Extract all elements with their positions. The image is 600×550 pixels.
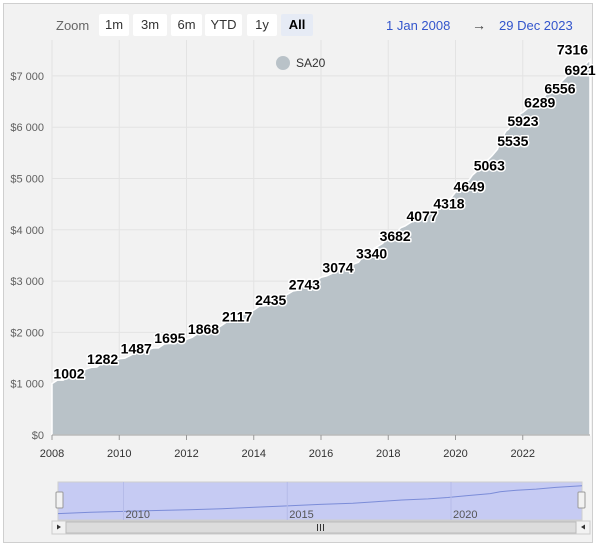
y-tick-label: $3 000 bbox=[10, 276, 44, 288]
y-tick-label: $1 000 bbox=[10, 379, 44, 391]
x-tick-label: 2008 bbox=[40, 448, 64, 460]
x-tick-label: 2014 bbox=[242, 448, 266, 460]
data-label: 6289 bbox=[524, 94, 555, 110]
y-tick-label: $2 000 bbox=[10, 327, 44, 339]
chart-svg: $0 $1 000 $2 000 $3 000 $4 000 $5 000 $6 000 $7… bbox=[10, 40, 597, 535]
data-label: 5063 bbox=[474, 157, 505, 173]
navigator-tick-label: 2015 bbox=[289, 509, 313, 521]
data-label: 3074 bbox=[322, 259, 353, 275]
y-tick-label: $7 000 bbox=[10, 71, 44, 83]
data-label: 2435 bbox=[255, 292, 286, 308]
legend-marker-sa20 bbox=[276, 56, 290, 70]
data-label: 7316 bbox=[557, 42, 588, 58]
data-label: 5923 bbox=[507, 113, 538, 129]
data-label: 4649 bbox=[454, 179, 485, 195]
x-axis-ticks: 2008 2010 2012 2014 2016 2018 2020 2022 bbox=[40, 434, 590, 460]
navigator-handle-left[interactable] bbox=[55, 491, 64, 509]
navigator[interactable]: 2010 2015 2020 bbox=[51, 481, 591, 535]
data-label: 1002 bbox=[53, 366, 84, 382]
y-tick-label: $0 bbox=[32, 430, 44, 442]
y-tick-label: $4 000 bbox=[10, 225, 44, 237]
x-tick-label: 2016 bbox=[309, 448, 333, 460]
navigator-handle-right[interactable] bbox=[577, 491, 586, 509]
x-tick-label: 2020 bbox=[443, 448, 467, 460]
x-tick-label: 2012 bbox=[174, 448, 198, 460]
legend[interactable]: SA20 bbox=[276, 56, 326, 70]
scrollbar-grip-icon bbox=[323, 524, 324, 531]
navigator-tick-label: 2010 bbox=[126, 509, 150, 521]
y-tick-label: $6 000 bbox=[10, 122, 44, 134]
data-label: 6921 bbox=[565, 62, 596, 78]
data-label: 1695 bbox=[154, 330, 185, 346]
data-label: 2743 bbox=[289, 276, 320, 292]
data-label: 1487 bbox=[121, 341, 152, 357]
data-label: 4318 bbox=[433, 195, 464, 211]
scrollbar-grip-icon bbox=[317, 524, 318, 531]
legend-label-sa20: SA20 bbox=[296, 56, 326, 70]
y-axis-ticks: $0 $1 000 $2 000 $3 000 $4 000 $5 000 $6 000 $7… bbox=[10, 71, 44, 442]
data-label: 1282 bbox=[87, 351, 118, 367]
y-tick-label: $5 000 bbox=[10, 174, 44, 186]
data-label: 3682 bbox=[380, 228, 411, 244]
scrollbar-grip-icon bbox=[320, 524, 321, 531]
x-tick-label: 2010 bbox=[107, 448, 131, 460]
data-label: 6556 bbox=[544, 81, 575, 97]
data-label: 1868 bbox=[188, 321, 219, 337]
x-tick-label: 2018 bbox=[376, 448, 400, 460]
x-tick-label: 2022 bbox=[511, 448, 535, 460]
navigator-tick-label: 2020 bbox=[453, 509, 477, 521]
data-label: 2117 bbox=[222, 308, 253, 324]
data-label: 3340 bbox=[356, 246, 387, 262]
data-label: 5535 bbox=[497, 133, 528, 149]
